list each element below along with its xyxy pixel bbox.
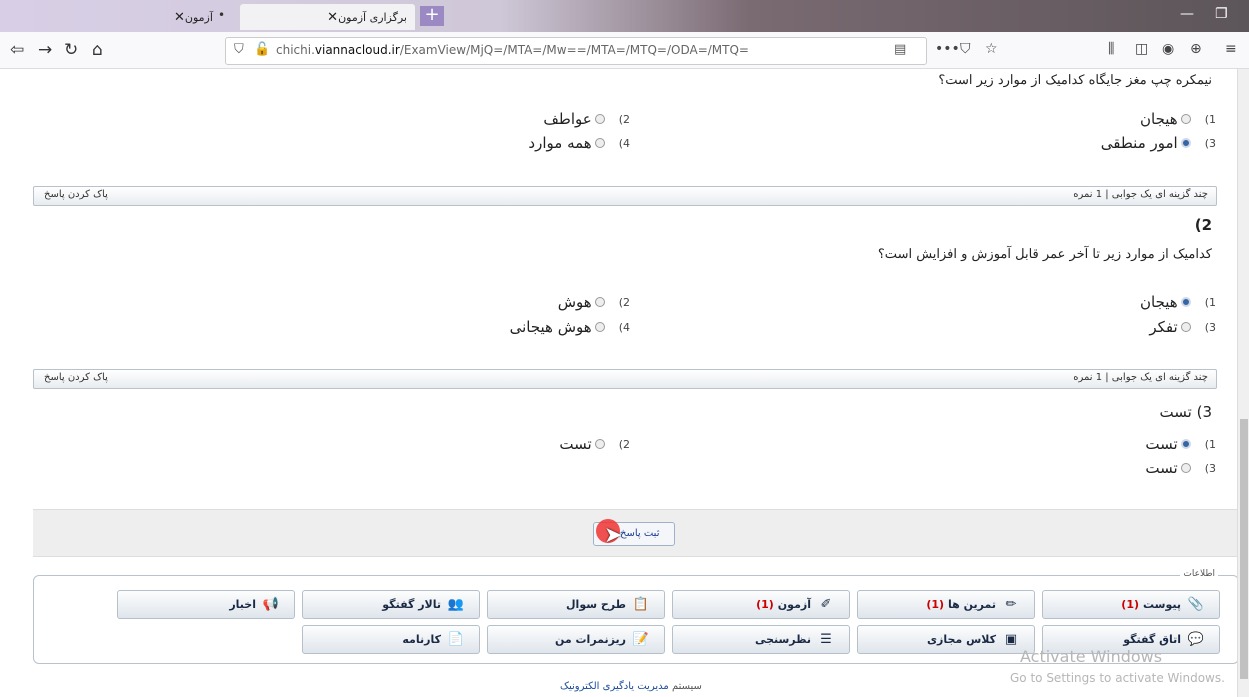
- globe-icon[interactable]: ⊕: [1190, 41, 1202, 57]
- footer-text: سیستم مدیریت یادگیری الکترونیک: [560, 681, 702, 692]
- question-2-number: 2): [1194, 216, 1212, 234]
- insecure-lock-icon[interactable]: 🔓: [254, 42, 270, 57]
- tab-exam-label: آزمون: [184, 10, 213, 24]
- q2-option-3[interactable]: 3) تفکر: [1149, 318, 1216, 336]
- board-icon: ▣: [1004, 632, 1018, 647]
- survey-button[interactable]: ☰ نظرسنجی: [672, 625, 850, 654]
- radio-button[interactable]: [1180, 322, 1191, 332]
- question-1-footer-bar: چند گزینه ای یک جوابی | 1 نمره پاک کردن …: [33, 186, 1217, 206]
- q2-option-2[interactable]: 2) هوش: [558, 293, 630, 311]
- radio-button-selected[interactable]: [1180, 297, 1191, 307]
- people-icon: 👥: [447, 597, 465, 612]
- q1-option-1[interactable]: 1) هیجان: [1140, 110, 1216, 128]
- report-icon: 📄: [447, 632, 465, 647]
- submit-area: ثبت پاسخ ها: [33, 509, 1237, 557]
- url-text[interactable]: chichi.viannacloud.ir/ExamView/MjQ=/MTA=…: [276, 43, 749, 57]
- new-tab-button[interactable]: +: [420, 6, 444, 26]
- question-2-footer-bar: چند گزینه ای یک جوابی | 1 نمره پاک کردن …: [33, 369, 1217, 389]
- pocket-icon[interactable]: ⛉: [960, 41, 971, 57]
- shield-icon[interactable]: ⛉: [234, 42, 244, 57]
- q3-option-3[interactable]: 3) تست: [1145, 459, 1216, 477]
- close-tab-icon[interactable]: ✕: [327, 10, 338, 25]
- question-type-label: چند گزینه ای یک جوابی | 1 نمره: [1073, 372, 1208, 383]
- exam-content: نیمکره چپ مغز جایگاه کدامیک از موارد زیر…: [0, 69, 1238, 697]
- chat-icon: 💬: [1187, 632, 1205, 647]
- radio-button[interactable]: [594, 297, 605, 307]
- radio-button[interactable]: [594, 138, 605, 148]
- q3-option-1[interactable]: 1) تست: [1145, 435, 1216, 453]
- radio-button[interactable]: [594, 114, 605, 124]
- forum-button[interactable]: 👥 تالار گفتگو: [302, 590, 480, 619]
- back-icon[interactable]: ⇦: [10, 40, 24, 60]
- paperclip-icon: 📎: [1187, 597, 1205, 612]
- close-tab-icon[interactable]: ✕: [174, 10, 185, 25]
- q1-option-2[interactable]: 2) عواطف: [543, 110, 630, 128]
- tab-separator: •: [218, 8, 226, 22]
- reload-icon[interactable]: ↻: [64, 40, 78, 60]
- question-type-label: چند گزینه ای یک جوابی | 1 نمره: [1073, 189, 1208, 200]
- q1-option-3[interactable]: 3) امور منطقی: [1101, 134, 1216, 152]
- q3-option-2[interactable]: 2) تست: [559, 435, 630, 453]
- question-3-title: 3) تست: [1159, 403, 1212, 421]
- question-design-button[interactable]: 📋 طرح سوال: [487, 590, 665, 619]
- report-card-button[interactable]: 📄 کارنامه: [302, 625, 480, 654]
- virtual-class-button[interactable]: ▣ کلاس مجازی: [857, 625, 1035, 654]
- forward-icon[interactable]: →: [38, 40, 52, 60]
- question-2-text: کدامیک از موارد زیر تا آخر عمر قابل آموز…: [877, 247, 1212, 262]
- q2-option-4[interactable]: 4) هوش هیجانی: [510, 318, 630, 336]
- q1-option-4[interactable]: 4) همه موارد: [528, 134, 630, 152]
- browser-navbar: ⇦ → ↻ ⌂ ⛉ 🔓 chichi.viannacloud.ir/ExamVi…: [0, 32, 1249, 69]
- exercises-button[interactable]: ✏ تمرین ها (1): [857, 590, 1035, 619]
- menu-icon[interactable]: ≡: [1225, 41, 1237, 57]
- library-icon[interactable]: ⫼: [1108, 41, 1114, 57]
- activate-windows-watermark: Activate Windows: [1020, 647, 1163, 666]
- radio-button[interactable]: [1180, 114, 1191, 124]
- reader-view-icon[interactable]: ▤: [894, 42, 906, 57]
- news-button[interactable]: 📢 اخبار: [117, 590, 295, 619]
- more-icon[interactable]: •••: [935, 41, 960, 57]
- radio-button-selected[interactable]: [1180, 138, 1191, 148]
- q2-option-1[interactable]: 1) هیجان: [1140, 293, 1216, 311]
- bookmark-star-icon[interactable]: ☆: [985, 41, 998, 57]
- list-icon: ☰: [820, 632, 832, 647]
- info-legend: اطلاعات: [1180, 569, 1218, 579]
- radio-button[interactable]: [1180, 463, 1191, 473]
- vertical-scrollbar[interactable]: [1237, 69, 1249, 697]
- home-icon[interactable]: ⌂: [92, 40, 103, 60]
- browser-titlebar: ✕ آزمون • ✕ برگزاری آزمون + — ❐: [0, 0, 1249, 32]
- clear-answer-button[interactable]: پاک کردن پاسخ: [44, 372, 108, 383]
- activate-windows-hint: Go to Settings to activate Windows.: [1010, 671, 1225, 685]
- question-1-text: نیمکره چپ مغز جایگاه کدامیک از موارد زیر…: [938, 73, 1212, 88]
- exams-button[interactable]: ✐ آزمون (1): [672, 590, 850, 619]
- scrollbar-thumb[interactable]: [1240, 419, 1248, 679]
- tab-exam-run-label: برگزاری آزمون: [338, 10, 407, 24]
- radio-button[interactable]: [594, 439, 605, 449]
- account-icon[interactable]: ◉: [1162, 41, 1174, 57]
- grades-icon: 📝: [632, 632, 650, 647]
- radio-button-selected[interactable]: [1180, 439, 1191, 449]
- minimize-icon[interactable]: —: [1180, 6, 1194, 22]
- ruler-pencil-icon: ✐: [820, 597, 832, 612]
- clear-answer-button[interactable]: پاک کردن پاسخ: [44, 189, 108, 200]
- restore-icon[interactable]: ❐: [1215, 6, 1228, 22]
- clipboard-question-icon: 📋: [632, 597, 650, 612]
- attachments-button[interactable]: 📎 پیوست (1): [1042, 590, 1220, 619]
- tab-exam-run[interactable]: ✕ برگزاری آزمون: [240, 4, 415, 30]
- my-grades-button[interactable]: 📝 ریزنمرات من: [487, 625, 665, 654]
- url-bar[interactable]: ⛉ 🔓 chichi.viannacloud.ir/ExamView/MjQ=/…: [225, 37, 927, 65]
- sidebar-icon[interactable]: ◫: [1135, 41, 1148, 57]
- mouse-cursor-icon: ➤: [604, 523, 623, 548]
- pencil-icon: ✏: [1005, 597, 1017, 612]
- megaphone-icon: 📢: [262, 597, 280, 612]
- radio-button[interactable]: [594, 322, 605, 332]
